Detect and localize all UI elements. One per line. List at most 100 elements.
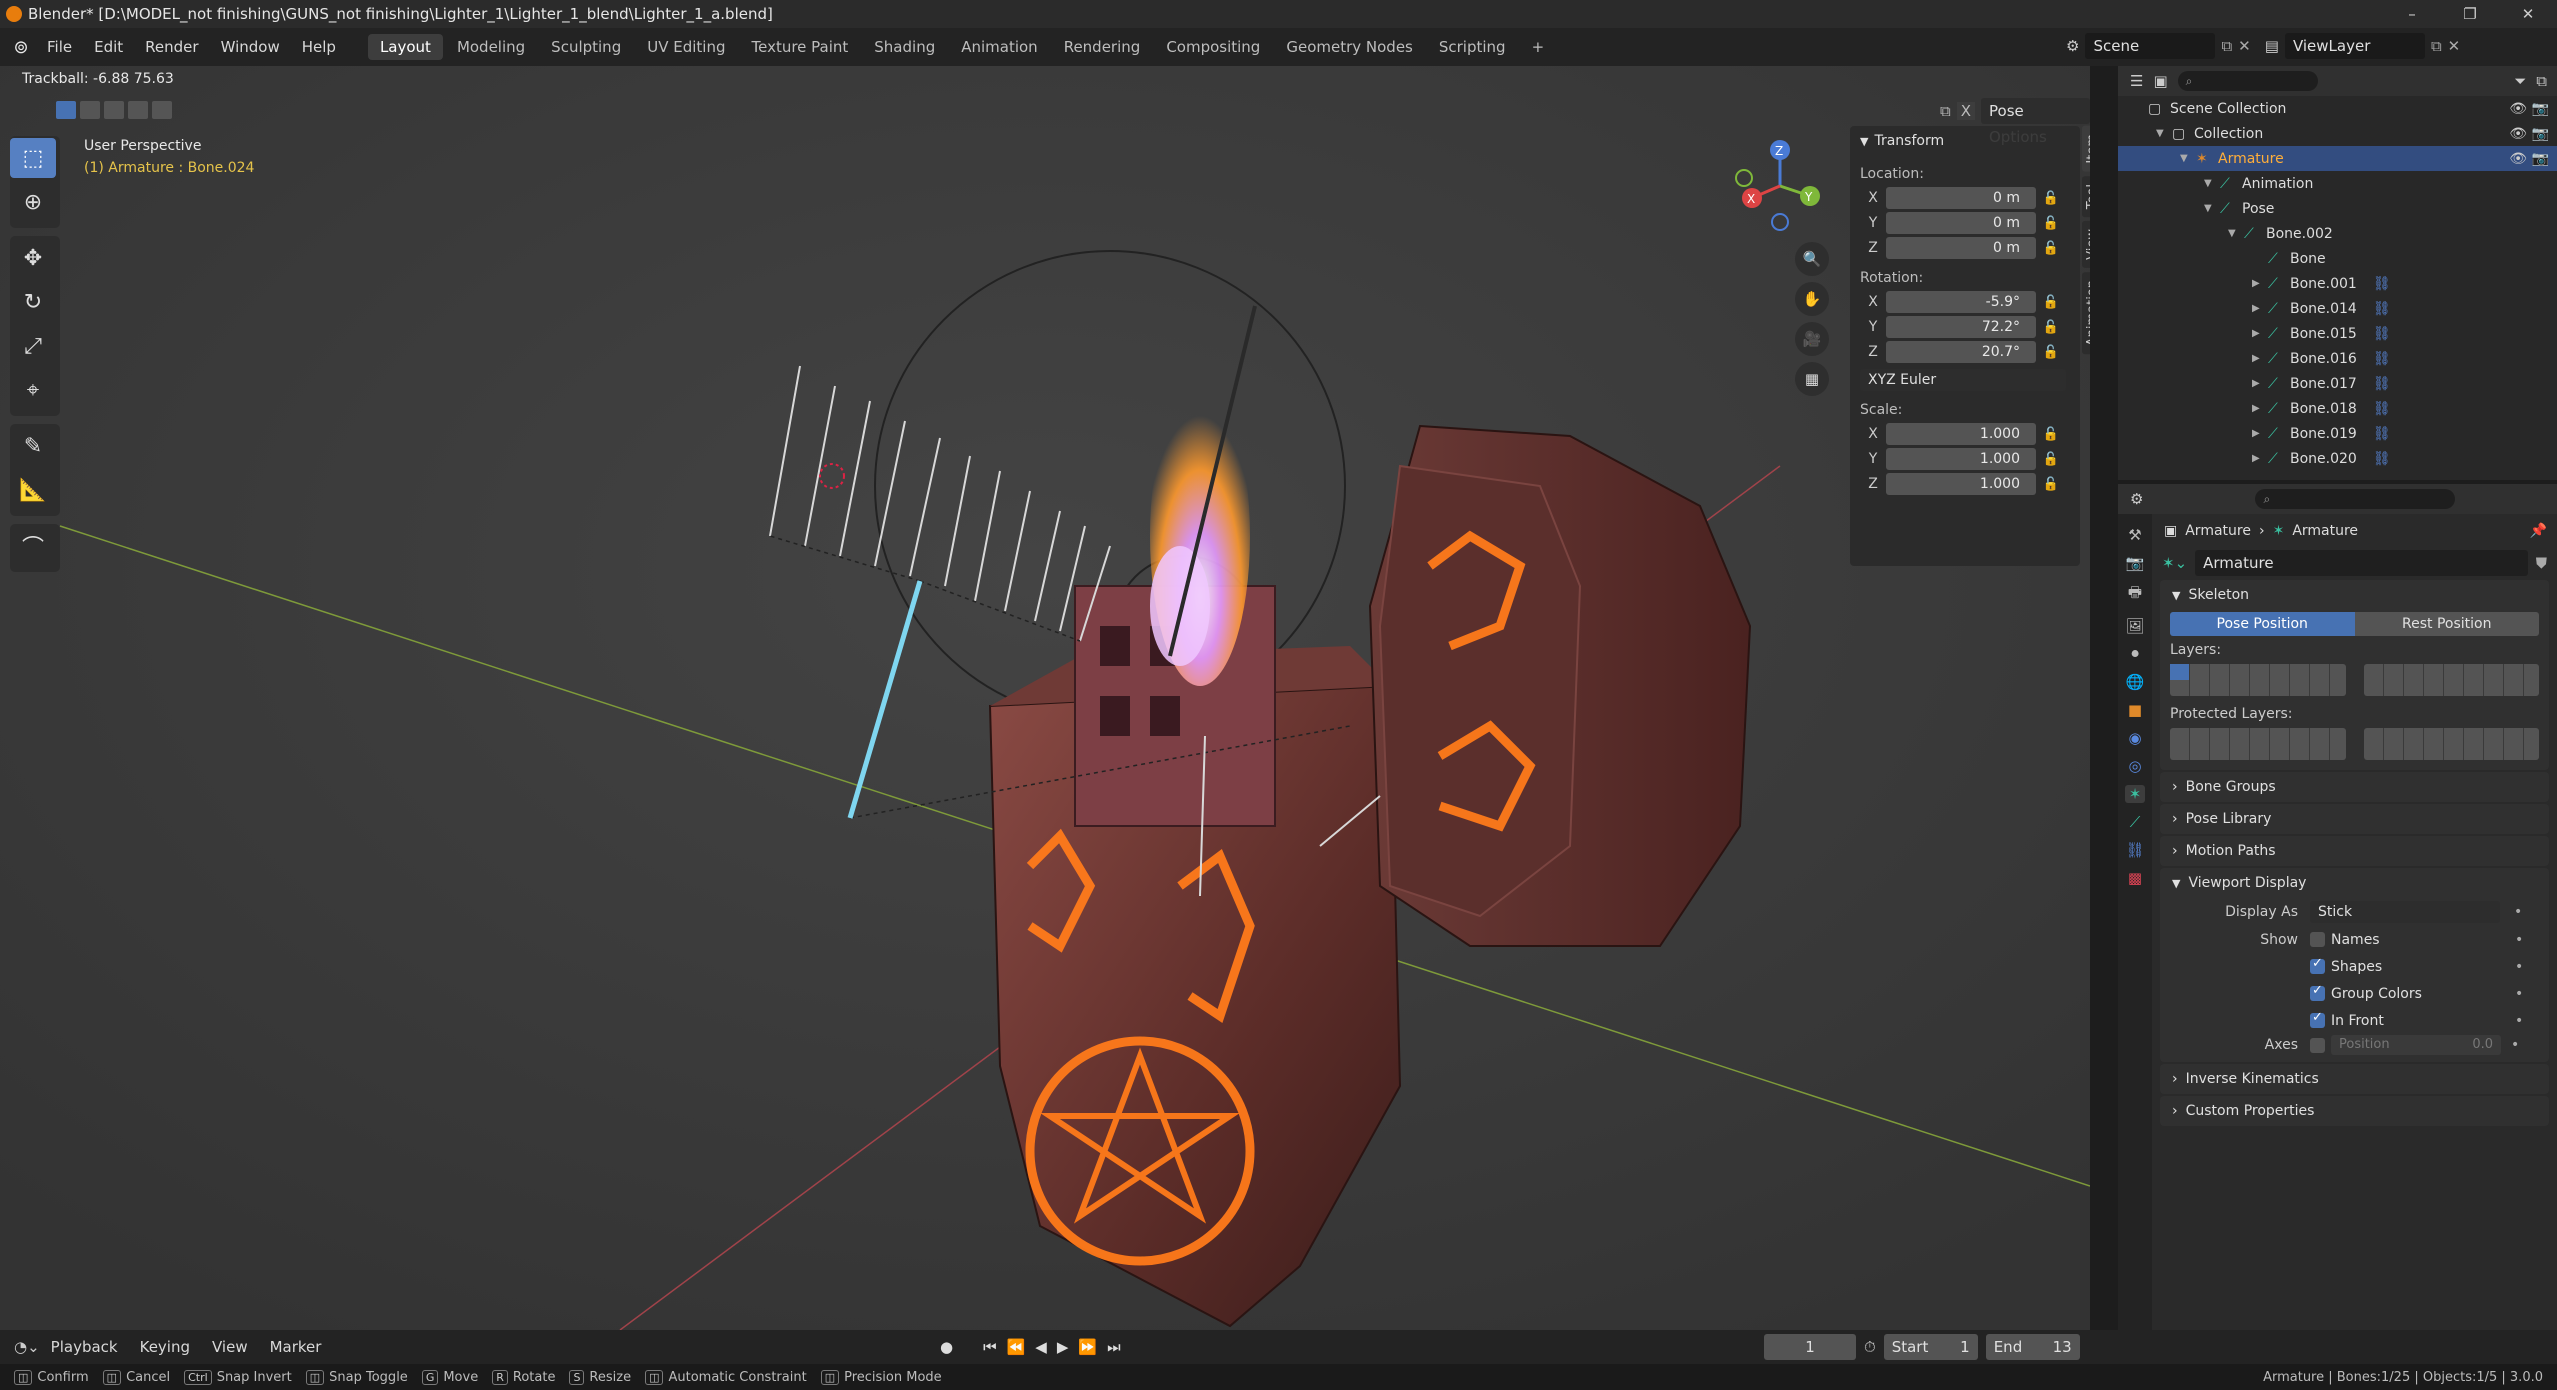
tab-animation[interactable]: Animation — [949, 34, 1049, 60]
outliner-row[interactable]: ▶ ⟋ Bone.014 ⛓ — [2118, 296, 2557, 321]
new-view-layer-icon[interactable]: ⧉ — [2431, 37, 2442, 55]
select-subtract-icon[interactable] — [104, 101, 124, 119]
texture-tab-icon[interactable]: ▩ — [2128, 869, 2142, 887]
new-scene-icon[interactable]: ⧉ — [2221, 37, 2232, 55]
inverse-kinematics-panel[interactable]: › Inverse Kinematics — [2160, 1064, 2549, 1094]
lock-icon[interactable]: 🔓 — [2036, 320, 2066, 335]
location-y-field[interactable]: 0 m — [1886, 212, 2036, 234]
scene-field[interactable]: Scene — [2085, 33, 2216, 59]
protected-layers-grid[interactable] — [2160, 722, 2549, 770]
remove-view-layer-icon[interactable]: ✕ — [2448, 37, 2461, 55]
chevron-down-icon[interactable]: ▼ — [2180, 153, 2196, 164]
chevron-right-icon[interactable]: ▶ — [2252, 353, 2268, 364]
constraint-icon[interactable]: ⛓ — [2373, 451, 2391, 467]
tab-scripting[interactable]: Scripting — [1427, 34, 1518, 60]
keyframe-dot-icon[interactable]: • — [2511, 1037, 2519, 1053]
tab-shading[interactable]: Shading — [862, 34, 947, 60]
relax-tool-icon[interactable]: ⌒ — [10, 526, 56, 566]
layers-block-left[interactable] — [2170, 664, 2346, 696]
render-camera-icon[interactable]: 📷 — [2532, 101, 2549, 117]
viewport-display-header[interactable]: ▼ Viewport Display — [2160, 868, 2549, 898]
layers-block-right[interactable] — [2363, 664, 2539, 696]
axes-position-field[interactable]: Position 0.0 — [2331, 1035, 2501, 1055]
chevron-right-icon[interactable]: ▶ — [2252, 378, 2268, 389]
constraint-icon[interactable]: ⛓ — [2373, 326, 2391, 342]
transform-panel-header[interactable]: ▼ Transform — [1850, 126, 2080, 156]
camera-icon[interactable]: 🎥 — [1795, 322, 1829, 356]
protected-block-left[interactable] — [2170, 728, 2346, 760]
move-tool-icon[interactable]: ✥ — [10, 238, 56, 278]
show-checkbox[interactable] — [2310, 983, 2325, 1001]
outliner-row[interactable]: ▼ ⟋ Pose — [2118, 196, 2557, 221]
stopwatch-icon[interactable]: ⏱ — [1864, 1338, 1876, 1356]
record-icon[interactable]: ● — [940, 1338, 953, 1356]
show-option-label[interactable]: Shapes — [2331, 959, 2515, 975]
motion-paths-panel[interactable]: › Motion Paths — [2160, 836, 2549, 866]
rotate-tool-icon[interactable]: ↻ — [10, 282, 56, 322]
location-x-field[interactable]: 0 m — [1886, 187, 2036, 209]
tab-item[interactable]: Item — [2082, 126, 2090, 172]
lock-icon[interactable]: 🔓 — [2036, 191, 2066, 206]
lock-icon[interactable]: 🔓 — [2036, 241, 2066, 256]
properties-search-icon[interactable]: ⌕ — [2255, 489, 2456, 509]
add-workspace-button[interactable]: + — [1520, 34, 1557, 60]
scale-tool-icon[interactable]: ⤢ — [10, 326, 56, 366]
chevron-down-icon[interactable]: ▼ — [2156, 128, 2172, 139]
tab-texture-paint[interactable]: Texture Paint — [739, 34, 860, 60]
tab-rendering[interactable]: Rendering — [1052, 34, 1153, 60]
view-layer-field[interactable]: ViewLayer — [2284, 33, 2425, 59]
tab-geometry-nodes[interactable]: Geometry Nodes — [1274, 34, 1425, 60]
menu-window[interactable]: Window — [210, 28, 291, 66]
outliner-row[interactable]: ▶ ⟋ Bone.019 ⛓ — [2118, 421, 2557, 446]
constraint-icon[interactable]: ⛓ — [2373, 376, 2391, 392]
start-frame-field[interactable]: Start 1 — [1883, 1334, 1978, 1360]
fake-user-shield-icon[interactable]: ⛊ — [2536, 554, 2547, 572]
tab-uv-editing[interactable]: UV Editing — [635, 34, 737, 60]
lock-icon[interactable]: 🔓 — [2036, 216, 2066, 231]
rotation-x-field[interactable]: -5.9° — [1886, 291, 2036, 313]
world-tab-icon[interactable]: 🌐 — [2126, 673, 2145, 691]
play-reverse-icon[interactable]: ◀ — [1035, 1338, 1047, 1356]
lock-icon[interactable]: 🔓 — [2036, 452, 2066, 467]
render-camera-icon[interactable]: 📷 — [2532, 151, 2549, 167]
transform-tool-icon[interactable]: ⌖ — [10, 370, 56, 410]
display-as-dropdown[interactable]: Stick — [2310, 901, 2500, 923]
menu-edit[interactable]: Edit — [83, 28, 134, 66]
menu-file[interactable]: File — [36, 28, 83, 66]
3d-viewport[interactable]: Trackball: -6.88 75.63 ⧉ X Pose Options … — [0, 66, 2090, 1330]
chevron-right-icon[interactable]: ▶ — [2252, 278, 2268, 289]
tab-tool[interactable]: Tool — [2082, 175, 2090, 217]
scale-y-field[interactable]: 1.000 — [1886, 448, 2036, 470]
visibility-eye-icon[interactable]: 👁 — [2509, 151, 2527, 167]
mirror-x-button[interactable]: X — [1956, 102, 1975, 120]
new-collection-icon[interactable]: ⧉ — [2536, 72, 2547, 90]
chevron-down-icon[interactable]: ▼ — [2204, 178, 2220, 189]
keyframe-dot-icon[interactable]: • — [2515, 932, 2523, 948]
keyframe-dot-icon[interactable]: • — [2515, 986, 2523, 1002]
rotation-z-field[interactable]: 20.7° — [1886, 341, 2036, 363]
navigation-gizmo[interactable]: Z Y X — [1730, 136, 1830, 236]
play-icon[interactable]: ▶ — [1057, 1338, 1069, 1356]
show-option-label[interactable]: In Front — [2331, 1013, 2515, 1029]
lock-icon[interactable]: 🔓 — [2036, 295, 2066, 310]
render-camera-icon[interactable]: 📷 — [2532, 126, 2549, 142]
scale-z-field[interactable]: 1.000 — [1886, 473, 2036, 495]
axes-checkbox[interactable] — [2310, 1037, 2325, 1053]
chevron-right-icon[interactable]: ▶ — [2252, 428, 2268, 439]
tool-tab-icon[interactable]: ⚒ — [2128, 526, 2141, 544]
lock-icon[interactable]: 🔓 — [2036, 427, 2066, 442]
keyframe-dot-icon[interactable]: • — [2514, 904, 2522, 920]
select-new-icon[interactable] — [56, 101, 76, 119]
armature-datablock-icon[interactable]: ✶⌄ — [2162, 554, 2187, 572]
measure-tool-icon[interactable]: 📐 — [10, 470, 56, 510]
outliner-row[interactable]: ▶ ⟋ Bone.018 ⛓ — [2118, 396, 2557, 421]
tab-compositing[interactable]: Compositing — [1154, 34, 1272, 60]
show-option-label[interactable]: Group Colors — [2331, 986, 2515, 1002]
keying-menu[interactable]: Keying — [129, 1330, 201, 1364]
blender-menu-icon[interactable]: ⊚ — [6, 37, 36, 58]
outliner-row[interactable]: ▼ ✶ Armature 👁 📷 — [2118, 146, 2557, 171]
select-extend-icon[interactable] — [80, 101, 100, 119]
visibility-eye-icon[interactable]: 👁 — [2509, 126, 2527, 142]
bone-tab-icon[interactable]: ⟋ — [2130, 813, 2141, 831]
keyframe-dot-icon[interactable]: • — [2515, 959, 2523, 975]
